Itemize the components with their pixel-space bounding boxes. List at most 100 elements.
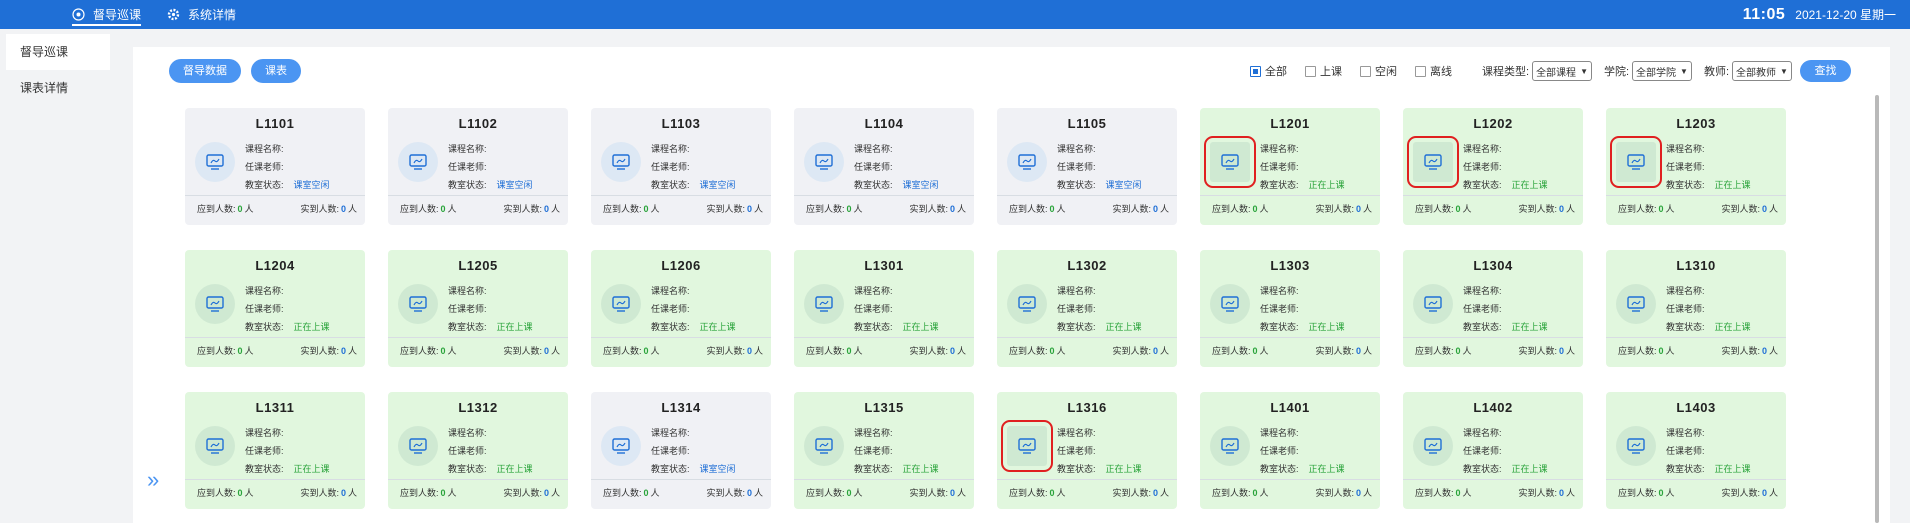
room-name: L1401	[1270, 400, 1310, 415]
expected-count: 应到人数: 0 人	[1415, 344, 1472, 357]
room-card[interactable]: L1202 课程名称: 任课老师: 教室状态: 正在上课 应到人数: 0 人实到人数: 0 人	[1403, 108, 1583, 225]
room-name: L1403	[1676, 400, 1716, 415]
monitor-icon[interactable]	[1616, 284, 1656, 324]
filter-idle-checkbox[interactable]: 空闲	[1360, 63, 1397, 79]
checkbox-box[interactable]	[1360, 65, 1371, 77]
college-select[interactable]: 全部学院 ▼	[1632, 61, 1692, 81]
monitor-icon[interactable]	[1610, 136, 1662, 188]
monitor-icon[interactable]	[195, 284, 235, 324]
teacher-label: 任课老师:	[651, 162, 690, 172]
checkbox-box[interactable]	[1250, 65, 1261, 77]
checkbox-box[interactable]	[1415, 65, 1426, 77]
monitor-icon[interactable]	[1210, 426, 1250, 466]
course-name-label: 课程名称:	[1057, 428, 1096, 438]
monitor-icon[interactable]	[1413, 426, 1453, 466]
expected-value: 0	[1455, 346, 1461, 356]
monitor-icon[interactable]	[1007, 284, 1047, 324]
room-card[interactable]: L1101 课程名称: 任课老师: 教室状态: 课室空闲 应到人数: 0 人实到人数: 0 人	[185, 108, 365, 225]
room-card[interactable]: L1401 课程名称: 任课老师: 教室状态: 正在上课 应到人数: 0 人实到人数: 0 人	[1200, 392, 1380, 509]
room-status-label: 教室状态:	[448, 464, 487, 474]
filter-all-checkbox[interactable]: 全部	[1250, 63, 1287, 79]
course-name-label: 课程名称:	[1260, 286, 1299, 296]
course-name-label: 课程名称:	[245, 144, 284, 154]
room-card[interactable]: L1203 课程名称: 任课老师: 教室状态: 正在上课 应到人数: 0 人实到人数: 0 人	[1606, 108, 1786, 225]
nav-item-label: 督导巡课	[93, 8, 142, 22]
monitor-icon[interactable]	[1407, 136, 1459, 188]
room-name: L1301	[864, 258, 904, 273]
course-name-label: 课程名称:	[1057, 286, 1096, 296]
tab-supervision-data[interactable]: 督导数据	[169, 59, 241, 83]
room-card[interactable]: L1314 课程名称: 任课老师: 教室状态: 课室空闲 应到人数: 0 人实到人数: 0 人	[591, 392, 771, 509]
monitor-icon[interactable]	[398, 142, 438, 182]
room-card[interactable]: L1312 课程名称: 任课老师: 教室状态: 正在上课 应到人数: 0 人实到人数: 0 人	[388, 392, 568, 509]
monitor-icon[interactable]	[398, 284, 438, 324]
monitor-icon[interactable]	[1210, 284, 1250, 324]
room-card[interactable]: L1304 课程名称: 任课老师: 教室状态: 正在上课 应到人数: 0 人实到人数: 0 人	[1403, 250, 1583, 367]
room-name: L1205	[458, 258, 498, 273]
course-name-label: 课程名称:	[651, 144, 690, 154]
room-card[interactable]: L1316 课程名称: 任课老师: 教室状态: 正在上课 应到人数: 0 人实到人数: 0 人	[997, 392, 1177, 509]
room-card[interactable]: L1302 课程名称: 任课老师: 教室状态: 正在上课 应到人数: 0 人实到人数: 0 人	[997, 250, 1177, 367]
room-card[interactable]: L1311 课程名称: 任课老师: 教室状态: 正在上课 应到人数: 0 人实到人数: 0 人	[185, 392, 365, 509]
actual-value: 0	[1355, 488, 1361, 498]
course-type-select[interactable]: 全部课程 ▼	[1532, 61, 1592, 81]
card-divider	[1200, 337, 1380, 338]
room-card[interactable]: L1201 课程名称: 任课老师: 教室状态: 正在上课 应到人数: 0 人实到人数: 0 人	[1200, 108, 1380, 225]
search-button[interactable]: 查找	[1799, 60, 1851, 82]
room-card[interactable]: L1204 课程名称: 任课老师: 教室状态: 正在上课 应到人数: 0 人实到人数: 0 人	[185, 250, 365, 367]
room-card[interactable]: L1310 课程名称: 任课老师: 教室状态: 正在上课 应到人数: 0 人实到人数: 0 人	[1606, 250, 1786, 367]
double-chevron-right-icon[interactable]: »	[147, 467, 159, 493]
unit-label: 人	[447, 488, 457, 498]
monitor-icon[interactable]	[601, 284, 641, 324]
room-status-value: 正在上课	[1714, 464, 1751, 474]
tab-schedule[interactable]: 课表	[251, 59, 301, 83]
monitor-icon[interactable]	[1204, 136, 1256, 188]
nav-item-supervision[interactable]: 督导巡课	[72, 0, 142, 29]
monitor-icon[interactable]	[804, 426, 844, 466]
monitor-icon[interactable]	[398, 426, 438, 466]
monitor-icon[interactable]	[601, 142, 641, 182]
monitor-icon[interactable]	[1616, 426, 1656, 466]
room-status-value: 正在上课	[1714, 180, 1751, 190]
sidebar-item-schedule-details[interactable]: 课表详情	[0, 70, 110, 106]
card-divider	[591, 195, 771, 196]
monitor-icon[interactable]	[195, 142, 235, 182]
monitor-icon[interactable]	[601, 426, 641, 466]
nav-item-system-details[interactable]: 系统详情	[167, 0, 236, 29]
filter-offline-checkbox[interactable]: 离线	[1415, 63, 1452, 79]
course-name-label: 课程名称:	[1057, 144, 1096, 154]
vertical-scrollbar[interactable]	[1875, 95, 1879, 523]
expected-value: 0	[1049, 488, 1055, 498]
room-info: 课程名称: 任课老师: 教室状态: 课室空闲	[651, 140, 736, 194]
room-card[interactable]: L1205 课程名称: 任课老师: 教室状态: 正在上课 应到人数: 0 人实到人数: 0 人	[388, 250, 568, 367]
room-card[interactable]: L1104 课程名称: 任课老师: 教室状态: 课室空闲 应到人数: 0 人实到人数: 0 人	[794, 108, 974, 225]
monitor-icon[interactable]	[195, 426, 235, 466]
room-card[interactable]: L1303 课程名称: 任课老师: 教室状态: 正在上课 应到人数: 0 人实到人数: 0 人	[1200, 250, 1380, 367]
room-card[interactable]: L1301 课程名称: 任课老师: 教室状态: 正在上课 应到人数: 0 人实到人数: 0 人	[794, 250, 974, 367]
filter-in-class-checkbox[interactable]: 上课	[1305, 63, 1342, 79]
actual-label: 实到人数:	[909, 488, 948, 498]
room-card[interactable]: L1402 课程名称: 任课老师: 教室状态: 正在上课 应到人数: 0 人实到人数: 0 人	[1403, 392, 1583, 509]
monitor-icon[interactable]	[804, 284, 844, 324]
teacher-select[interactable]: 全部教师 ▼	[1732, 61, 1792, 81]
unit-label: 人	[1565, 204, 1575, 214]
sidebar-item-supervision[interactable]: 督导巡课	[6, 34, 110, 70]
room-card[interactable]: L1206 课程名称: 任课老师: 教室状态: 正在上课 应到人数: 0 人实到人数: 0 人	[591, 250, 771, 367]
attendance-counts: 应到人数: 0 人实到人数: 0 人	[197, 486, 357, 499]
room-card[interactable]: L1105 课程名称: 任课老师: 教室状态: 课室空闲 应到人数: 0 人实到人数: 0 人	[997, 108, 1177, 225]
room-status-label: 教室状态:	[1463, 464, 1502, 474]
room-card[interactable]: L1315 课程名称: 任课老师: 教室状态: 正在上课 应到人数: 0 人实到人数: 0 人	[794, 392, 974, 509]
monitor-icon[interactable]	[1007, 142, 1047, 182]
room-status-label: 教室状态:	[854, 464, 893, 474]
expected-count: 应到人数: 0 人	[806, 486, 863, 499]
actual-value: 0	[1152, 346, 1158, 356]
room-card[interactable]: L1102 课程名称: 任课老师: 教室状态: 课室空闲 应到人数: 0 人实到人数: 0 人	[388, 108, 568, 225]
room-card[interactable]: L1103 课程名称: 任课老师: 教室状态: 课室空闲 应到人数: 0 人实到人数: 0 人	[591, 108, 771, 225]
monitor-icon[interactable]	[1001, 420, 1053, 472]
checkbox-box[interactable]	[1305, 65, 1316, 77]
actual-value: 0	[1355, 346, 1361, 356]
monitor-icon[interactable]	[1413, 284, 1453, 324]
monitor-icon[interactable]	[804, 142, 844, 182]
room-card[interactable]: L1403 课程名称: 任课老师: 教室状态: 正在上课 应到人数: 0 人实到人数: 0 人	[1606, 392, 1786, 509]
expected-label: 应到人数:	[1415, 346, 1454, 356]
